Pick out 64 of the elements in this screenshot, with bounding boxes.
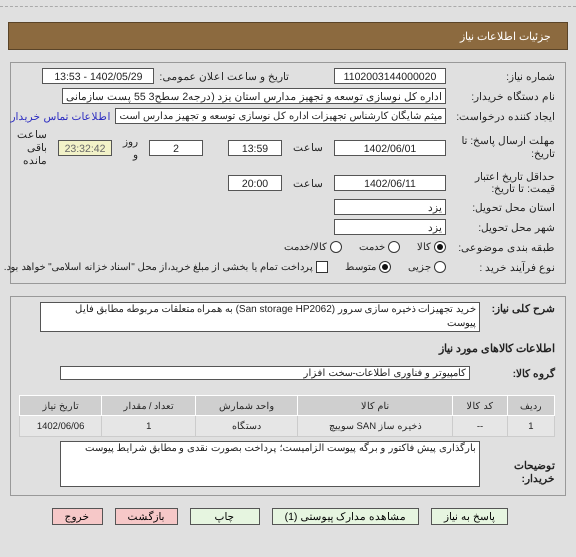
province-field: یزد xyxy=(334,199,446,216)
action-button[interactable]: بازگشت xyxy=(114,508,178,526)
field-label: توضیحات خریدار: xyxy=(513,459,555,486)
field-label: تاریخ و ساعت اعلان عمومی: xyxy=(159,70,289,82)
option-label: پرداخت تمام یا بخشی از مبلغ خرید،از محل "اسناد خزانه اسلامی" خواهد بود. xyxy=(4,261,313,274)
description-field: خرید تجهیزات ذخیره سازی سرور (San storage HP2062) به همراه متعلقات مربوطه مطابق فایل پیوست xyxy=(40,302,480,332)
validity-date-field: 1402/06/11 xyxy=(334,175,446,192)
option-label: جزیی xyxy=(408,261,431,274)
creator-field: میثم شایگان کارشناس تجهیزات اداره کل نوسازی توسعه و تجهیز مدارس است xyxy=(115,108,446,124)
field-label: استان محل تحویل: xyxy=(471,200,555,214)
radio-button[interactable] xyxy=(379,261,391,274)
action-button[interactable]: مشاهده مدارک پیوستی (1) xyxy=(272,508,420,526)
need-number-field: 1102003144000020 xyxy=(334,68,446,84)
option-label: کالا xyxy=(417,241,431,254)
announce-date-field: 1402/05/29 - 13:53 xyxy=(42,68,154,84)
field-label: نام دستگاه خریدار: xyxy=(470,90,555,102)
validity-time-field: 20:00 xyxy=(228,175,282,192)
days-field: 2 xyxy=(149,140,203,156)
radio-button[interactable] xyxy=(434,261,446,274)
field-label: شرح کلی نیاز: xyxy=(490,302,555,316)
field-label: حداقل تاریخ اعتبار قیمت: تا تاریخ: xyxy=(474,171,555,196)
city-field: یزد xyxy=(334,219,446,236)
field-label: نوع فرآیند خرید : xyxy=(478,260,555,274)
contact-link[interactable]: اطلاعات تماس خریدار xyxy=(10,110,110,122)
column-header: تعداد / مقدار xyxy=(102,396,196,416)
option-label: متوسط xyxy=(345,261,376,274)
action-button[interactable]: چاپ xyxy=(190,508,260,526)
radio-button[interactable] xyxy=(330,241,342,254)
buyer-name-field: اداره کل نوسازی توسعه و تجهیز مدارس استان یزد (درجه2 سطح3 55 پست سازمانی xyxy=(62,88,446,104)
section-heading: اطلاعات کالاهای مورد نیاز xyxy=(438,342,555,356)
option-label: کالا/خدمت xyxy=(284,241,327,254)
goods-group-field: کامپیوتر و فناوری اطلاعات-سخت افزار xyxy=(60,366,470,380)
table-cell: 1 xyxy=(507,416,554,437)
option-label: خدمت xyxy=(359,241,385,254)
column-header: نام کالا xyxy=(298,396,453,416)
deadline-time-field: 13:59 xyxy=(228,140,282,156)
radio-button[interactable] xyxy=(434,241,446,254)
field-label: ساعت xyxy=(293,176,323,190)
table-cell: دستگاه xyxy=(196,416,298,437)
action-button[interactable]: پاسخ به نیاز xyxy=(431,508,508,526)
field-label: ساعت xyxy=(293,141,323,154)
table-cell: 1 xyxy=(102,416,196,437)
field-label: شهر محل تحویل: xyxy=(477,220,555,234)
field-label: ایجاد کننده درخواست: xyxy=(455,110,555,122)
checkbox[interactable] xyxy=(316,261,328,274)
deadline-date-field: 1402/06/01 xyxy=(334,140,446,156)
field-label: شماره نیاز: xyxy=(505,70,555,82)
field-label: گروه کالا: xyxy=(512,366,555,380)
page-title: جزئیات اطلاعات نیاز xyxy=(460,30,551,42)
table-cell: ذخیره ساز SAN سوییچ xyxy=(298,416,453,437)
column-header: تاریخ نیاز xyxy=(20,396,102,416)
table-cell: 1402/06/06 xyxy=(20,416,102,437)
field-label: مهلت ارسال پاسخ: تا تاریخ: xyxy=(460,135,555,160)
column-header: کد کالا xyxy=(452,396,508,416)
field-label: ساعت باقی مانده xyxy=(17,128,47,167)
remaining-time-field: 23:32:42 xyxy=(58,140,112,156)
field-label: طبقه بندی موضوعی: xyxy=(457,240,555,254)
action-button[interactable]: خروج xyxy=(52,508,103,526)
table-cell: -- xyxy=(452,416,508,437)
column-header: ردیف xyxy=(507,396,554,416)
column-header: واحد شمارش xyxy=(196,396,298,416)
field-label: روز و xyxy=(123,134,138,160)
buyer-notes-field: بارگذاری پیش فاکتور و برگه پیوست الزامیست؛ پرداخت بصورت نقدی و مطابق شرایط پیوست xyxy=(60,441,480,488)
radio-button[interactable] xyxy=(388,241,400,254)
